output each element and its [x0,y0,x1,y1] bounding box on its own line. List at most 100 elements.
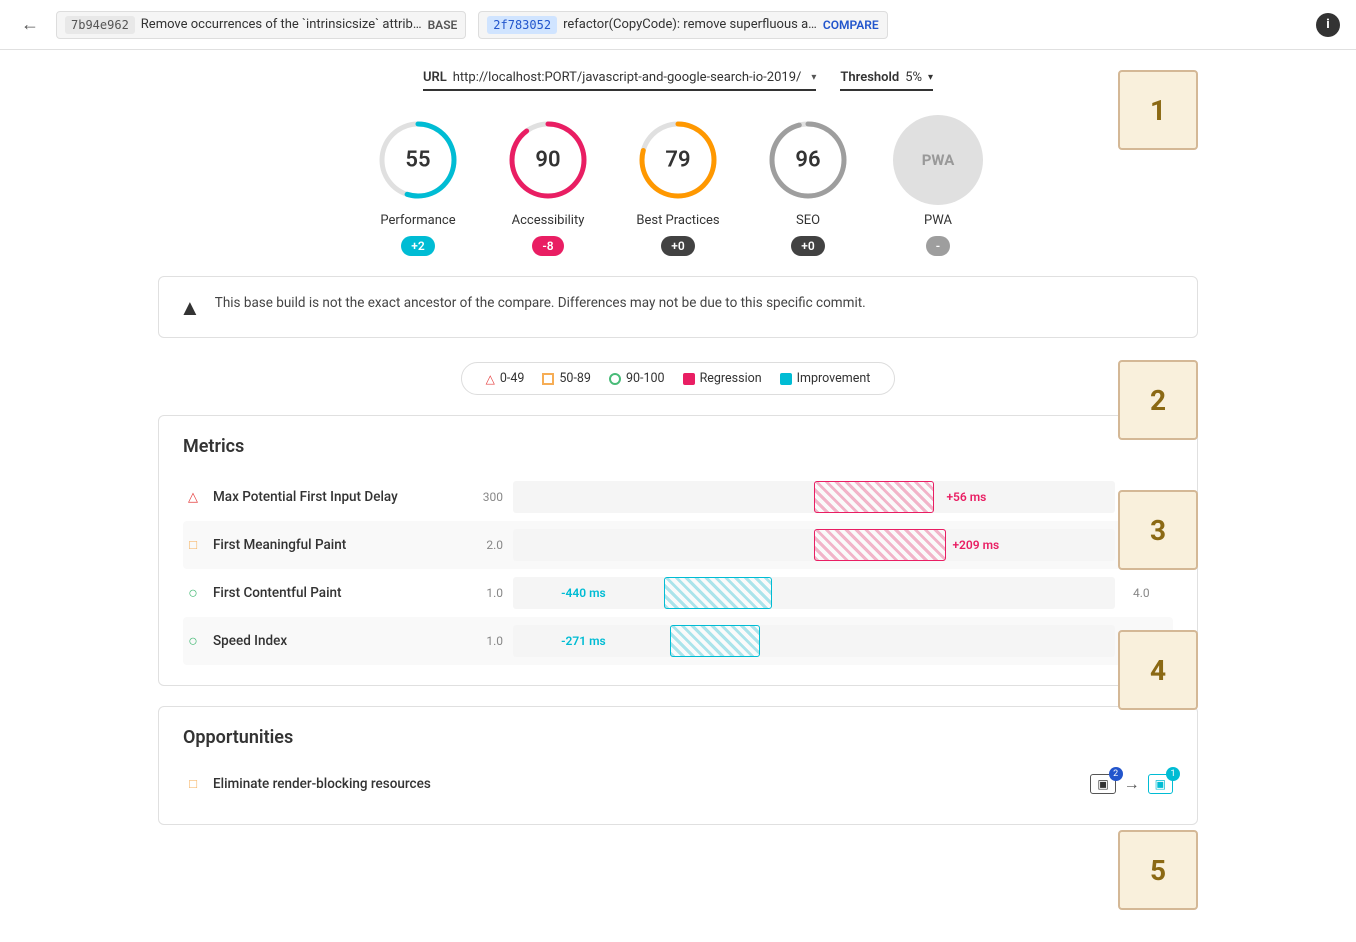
render-blocking-name: Eliminate render-blocking resources [213,776,1080,792]
best-practices-badge: +0 [661,236,694,256]
fmp-icon: □ [183,535,203,555]
legend-improvement-label: Improvement [797,371,871,386]
speed-index-delta: -271 ms [561,634,606,648]
seo-circle: 96 [763,115,853,205]
opportunity-row-render-blocking: □ Eliminate render-blocking resources ▣ … [183,764,1173,804]
compare-message: refactor(CopyCode): remove superfluous a… [563,17,817,32]
compare-count-badge: ▣ 1 [1148,774,1173,794]
fcp-bar: -440 ms [513,577,1115,609]
annotation-4: 4 [1118,630,1198,710]
annotation-5: 5 [1118,830,1198,910]
max-fid-name: Max Potential First Input Delay [213,489,453,505]
metric-row-fcp: ○ First Contentful Paint 1.0 -440 ms 4.0 [183,569,1173,617]
accessibility-badge: -8 [532,236,563,256]
max-fid-icon: △ [183,487,203,507]
performance-circle: 55 [373,115,463,205]
base-count: 2 [1109,767,1123,781]
annotation-3: 3 [1118,490,1198,570]
fmp-delta: +209 ms [952,538,999,552]
warning-text: This base build is not the exact ancesto… [215,293,866,313]
legend-regression: Regression [683,371,762,386]
performance-badge: +2 [401,236,434,256]
fcp-min: 1.0 [463,586,503,600]
base-commit-chip[interactable]: 7b94e962 Remove occurrences of the `intr… [56,11,466,39]
seo-badge: +0 [791,236,824,256]
fmp-min: 2.0 [463,538,503,552]
metric-row-speed-index: ○ Speed Index 1.0 -271 ms 4.0 [183,617,1173,665]
accessibility-label: Accessibility [512,213,585,228]
score-best-practices[interactable]: 79 Best Practices +0 [633,115,723,256]
score-accessibility[interactable]: 90 Accessibility -8 [503,115,593,256]
pwa-circle: PWA [893,115,983,205]
render-blocking-icon: □ [183,774,203,794]
main-content: 1 2 3 4 5 URL http://localhost:PORT/java… [128,50,1228,865]
fmp-name: First Meaningful Paint [213,537,453,553]
url-field[interactable]: URL http://localhost:PORT/javascript-and… [423,70,816,91]
header: ← 7b94e962 Remove occurrences of the `in… [0,0,1356,50]
speed-index-name: Speed Index [213,633,453,649]
speed-index-bar: -271 ms [513,625,1115,657]
legend-50-89: 50-89 [542,371,591,386]
opportunities-section: Opportunities □ Eliminate render-blockin… [158,706,1198,825]
annotation-1: 1 [1118,70,1198,150]
base-hash: 7b94e962 [65,16,135,34]
back-button[interactable]: ← [16,11,44,39]
performance-label: Performance [380,213,455,228]
fcp-name: First Contentful Paint [213,585,453,601]
speed-index-icon: ○ [183,631,203,651]
url-label: URL [423,70,447,85]
opportunities-title: Opportunities [183,727,1173,748]
legend-0-49-label: 0-49 [500,371,525,386]
compare-commit-chip[interactable]: 2f783052 refactor(CopyCode): remove supe… [478,11,887,39]
triangle-icon: △ [486,372,495,386]
max-fid-delta: +56 ms [946,490,986,504]
best-practices-label: Best Practices [636,213,719,228]
score-performance[interactable]: 55 Performance +2 [373,115,463,256]
max-fid-bar: +56 ms [513,481,1115,513]
legend-90-100-label: 90-100 [626,371,665,386]
metrics-title: Metrics [183,436,1173,457]
threshold-label: Threshold [840,70,899,85]
legend-50-89-label: 50-89 [559,371,591,386]
scores-row: 55 Performance +2 90 Accessibility -8 [158,115,1198,256]
seo-value: 96 [795,148,820,173]
score-seo[interactable]: 96 SEO +0 [763,115,853,256]
legend-improvement: Improvement [780,371,871,386]
accessibility-circle: 90 [503,115,593,205]
performance-value: 55 [405,148,430,173]
metric-row-fmp: □ First Meaningful Paint 2.0 +209 ms 4.0 [183,521,1173,569]
best-practices-circle: 79 [633,115,723,205]
fcp-icon: ○ [183,583,203,603]
pwa-badge: - [926,236,950,256]
seo-label: SEO [796,213,820,228]
base-label: BASE [428,18,458,32]
url-value: http://localhost:PORT/javascript-and-goo… [453,70,802,85]
regression-dot-icon [683,373,695,385]
metric-row-max-fid: △ Max Potential First Input Delay 300 +5… [183,473,1173,521]
legend-0-49: △ 0-49 [486,371,525,386]
improvement-dot-icon [780,373,792,385]
render-blocking-actions: ▣ 2 → ▣ 1 [1090,774,1173,794]
base-message: Remove occurrences of the `intrinsicsize… [141,17,422,32]
info-icon[interactable]: i [1316,13,1340,37]
pwa-label: PWA [924,213,952,228]
warning-triangle-icon: ▲ [179,295,201,321]
square-orange-icon [542,373,554,385]
fmp-bar: +209 ms [513,529,1115,561]
legend: △ 0-49 50-89 90-100 Regression Improveme… [461,362,896,395]
metrics-section: Metrics △ Max Potential First Input Dela… [158,415,1198,686]
fcp-max: 4.0 [1133,586,1173,600]
threshold-value: 5% [905,70,922,85]
max-fid-min: 300 [463,490,503,504]
accessibility-value: 90 [535,148,560,173]
content-wrapper: 1 2 3 4 5 URL http://localhost:PORT/java… [158,70,1198,825]
threshold-field[interactable]: Threshold 5% ▾ [840,70,933,91]
threshold-chevron-icon: ▾ [928,72,933,83]
warning-box: ▲ This base build is not the exact ances… [158,276,1198,338]
base-count-badge: ▣ 2 [1090,774,1115,794]
compare-label: COMPARE [823,18,879,32]
score-pwa[interactable]: PWA PWA - [893,115,983,256]
annotation-2: 2 [1118,360,1198,440]
speed-index-min: 1.0 [463,634,503,648]
best-practices-value: 79 [665,148,690,173]
